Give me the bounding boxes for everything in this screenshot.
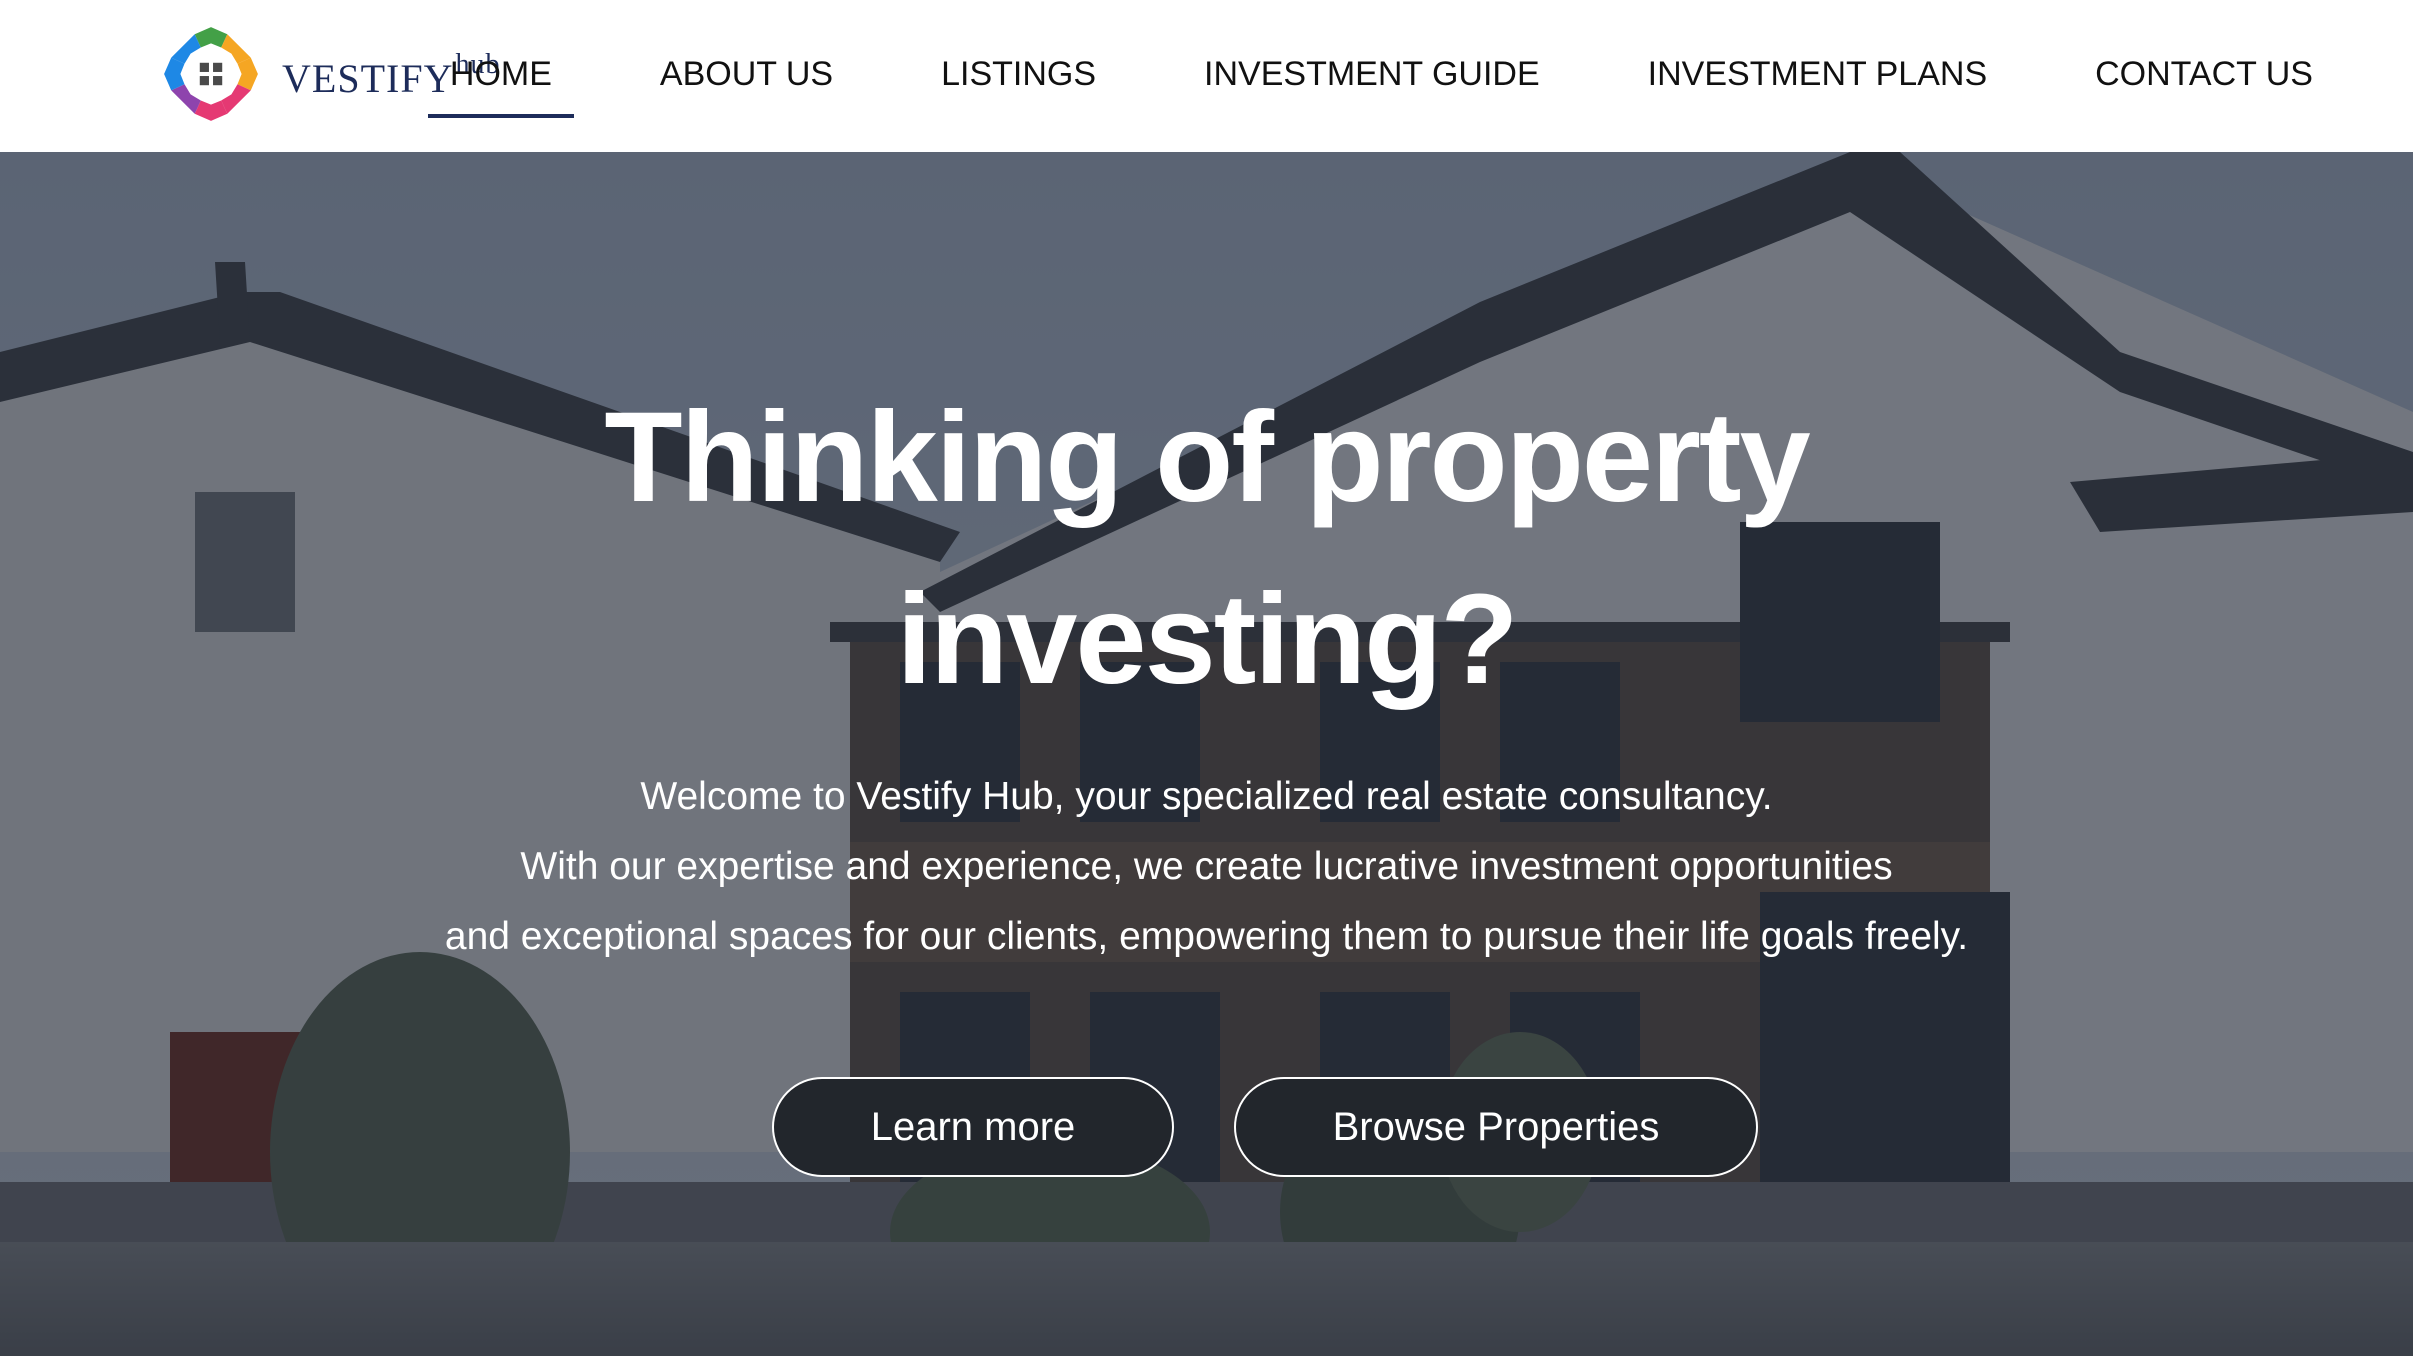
hero-subtitle-line-2: With our expertise and experience, we cr… xyxy=(520,845,1893,888)
hero-section: Thinking of property investing? Welcome … xyxy=(0,152,2413,1356)
nav-about-us[interactable]: ABOUT US xyxy=(638,35,855,118)
main-nav: HOME ABOUT US LISTINGS INVESTMENT GUIDE … xyxy=(427,0,2335,152)
nav-investment-guide[interactable]: INVESTMENT GUIDE xyxy=(1182,35,1562,118)
browse-properties-button[interactable]: Browse Properties xyxy=(1234,1077,1758,1177)
hero-title-line-2: investing? xyxy=(896,568,1518,711)
hero-subtitle: Welcome to Vestify Hub, your specialized… xyxy=(0,762,2413,972)
nav-investment-plans[interactable]: INVESTMENT PLANS xyxy=(1626,35,2009,118)
hero-subtitle-line-3: and exceptional spaces for our clients, … xyxy=(444,915,1969,958)
learn-more-button[interactable]: Learn more xyxy=(772,1077,1174,1177)
hero-title: Thinking of property investing? xyxy=(0,367,2413,731)
hero-subtitle-line-1: Welcome to Vestify Hub, your specialized… xyxy=(640,775,1773,818)
hero-overlay xyxy=(0,152,2413,1356)
hero-title-line-1: Thinking of property xyxy=(604,386,1810,529)
site-header: VESTIFYhub HOME ABOUT US LISTINGS INVEST… xyxy=(0,0,2413,152)
nav-listings[interactable]: LISTINGS xyxy=(919,35,1118,118)
nav-contact-us[interactable]: CONTACT US xyxy=(2073,35,2335,118)
logo-icon xyxy=(164,27,258,121)
nav-home[interactable]: HOME xyxy=(427,35,574,118)
